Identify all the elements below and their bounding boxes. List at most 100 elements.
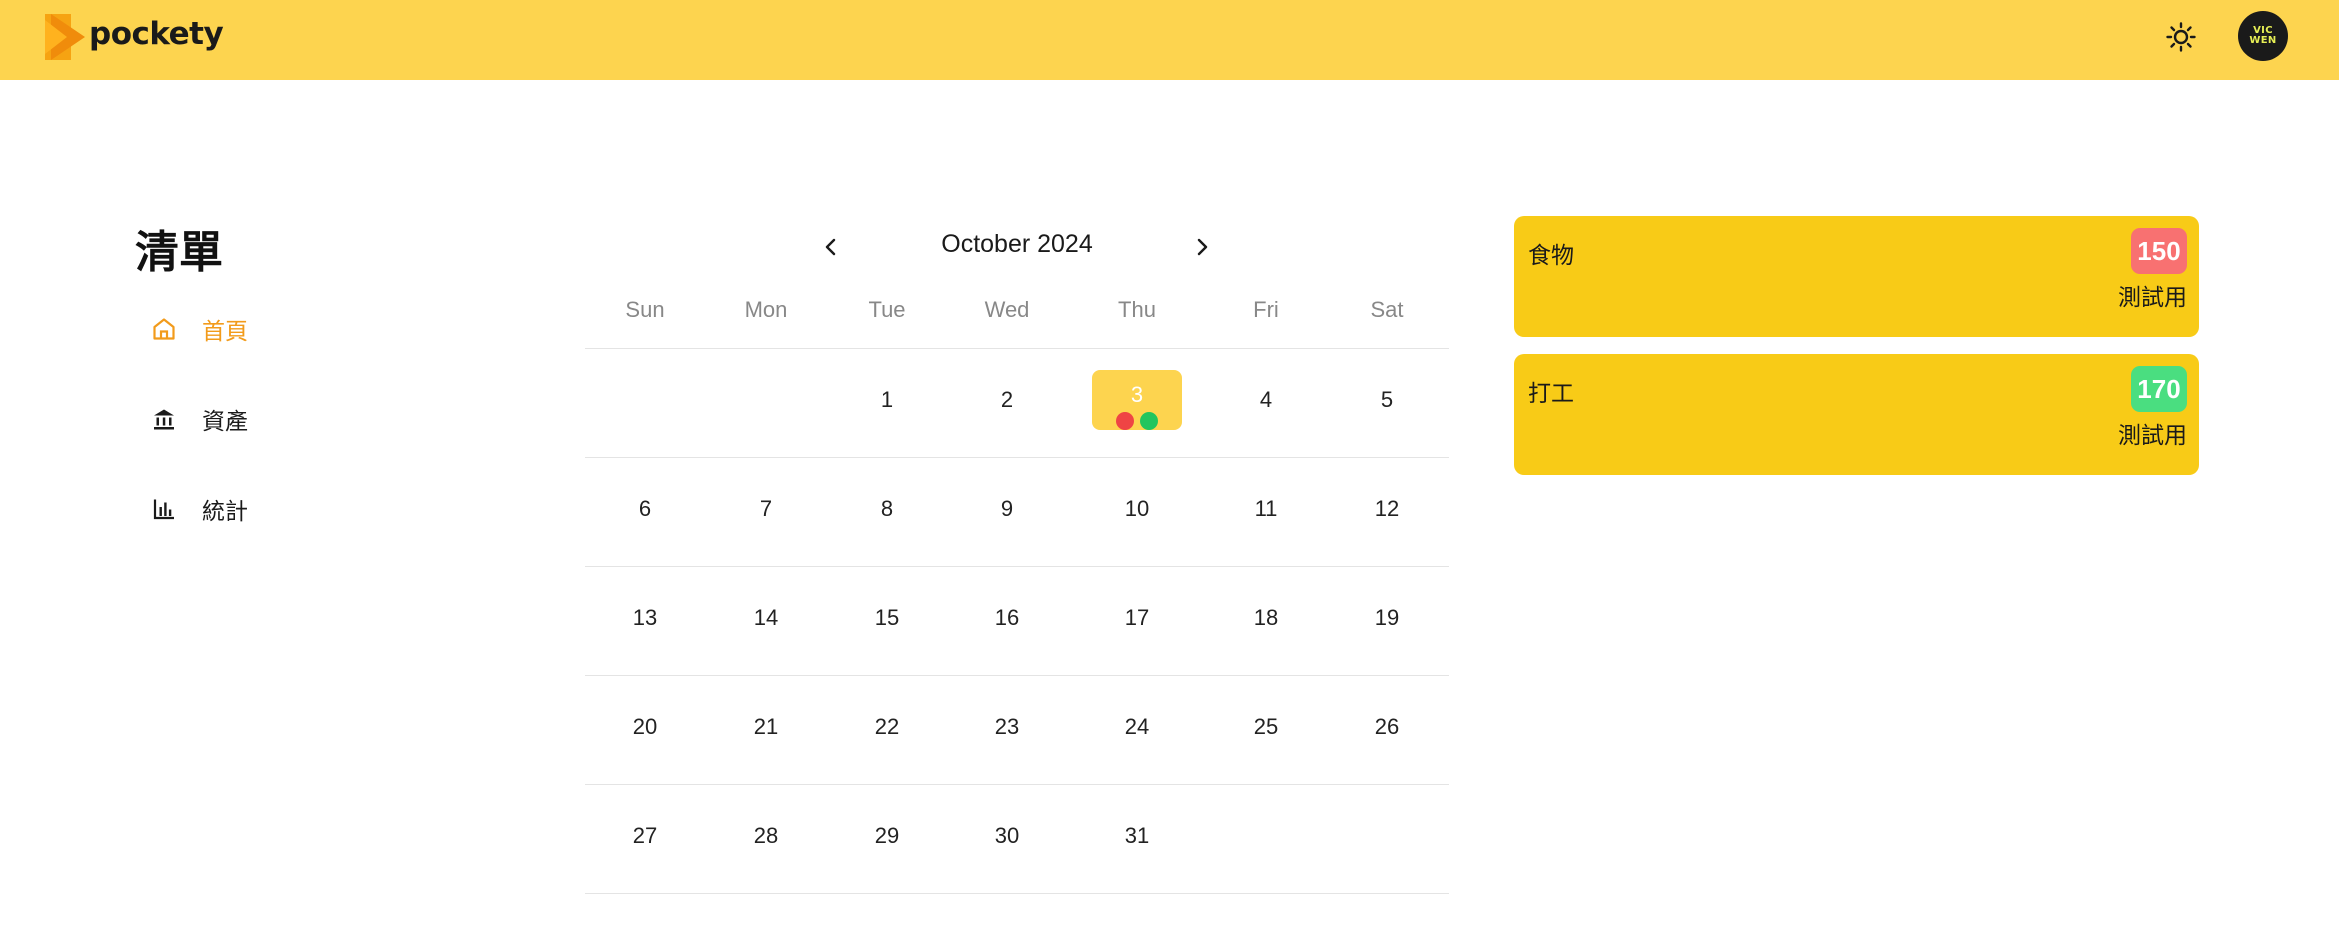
day-number: 12 bbox=[1374, 496, 1400, 521]
weekday-header: Thu bbox=[1118, 297, 1156, 322]
calendar-day-selected[interactable]: 3 bbox=[1092, 370, 1182, 430]
day-number: 19 bbox=[1374, 605, 1400, 630]
weekday-header: Sun bbox=[625, 297, 665, 322]
calendar-row-divider bbox=[585, 566, 1449, 567]
entry-category: 打工 bbox=[1528, 381, 1574, 407]
day-number: 4 bbox=[1259, 387, 1273, 412]
calendar-day[interactable]: 8 bbox=[842, 479, 932, 539]
entry-marker-dot bbox=[1116, 412, 1134, 430]
day-number: 10 bbox=[1124, 496, 1150, 521]
home-icon bbox=[150, 315, 178, 343]
app-name: pockety bbox=[89, 16, 224, 52]
calendar-day[interactable]: 21 bbox=[721, 697, 811, 757]
entry-note: 測試用 bbox=[2118, 285, 2187, 311]
chevron-right-icon bbox=[1197, 238, 1208, 256]
calendar-day[interactable]: 13 bbox=[600, 588, 690, 648]
avatar-line-2: WEN bbox=[2249, 35, 2277, 46]
day-number: 30 bbox=[994, 823, 1020, 848]
sidebar-item-label: 資產 bbox=[202, 409, 248, 435]
day-number: 27 bbox=[632, 823, 658, 848]
calendar-day[interactable]: 6 bbox=[600, 479, 690, 539]
day-number: 28 bbox=[753, 823, 779, 848]
calendar-day[interactable]: 19 bbox=[1342, 588, 1432, 648]
calendar-day[interactable]: 1 bbox=[842, 370, 932, 430]
calendar-day[interactable]: 25 bbox=[1221, 697, 1311, 757]
user-avatar[interactable]: VIC WEN bbox=[2238, 11, 2288, 61]
entry-amount-badge: 150 bbox=[2131, 228, 2187, 274]
entry-marker-dot bbox=[1140, 412, 1158, 430]
weekday-header: Mon bbox=[744, 297, 788, 322]
calendar-day[interactable]: 31 bbox=[1092, 806, 1182, 866]
weekday-header: Fri bbox=[1253, 297, 1279, 322]
day-number: 6 bbox=[638, 496, 652, 521]
calendar-row-divider bbox=[585, 784, 1449, 785]
calendar-day[interactable]: 12 bbox=[1342, 479, 1432, 539]
calendar-day[interactable]: 28 bbox=[721, 806, 811, 866]
day-number: 31 bbox=[1124, 823, 1150, 848]
page-title: 清單 bbox=[135, 227, 223, 278]
calendar-day[interactable]: 2 bbox=[962, 370, 1052, 430]
calendar-day[interactable]: 27 bbox=[600, 806, 690, 866]
entry-card[interactable]: 食物 150 測試用 bbox=[1514, 216, 2199, 337]
entry-card[interactable]: 打工 170 測試用 bbox=[1514, 354, 2199, 475]
calendar-month-label: October 2024 bbox=[941, 230, 1093, 258]
day-number: 2 bbox=[1000, 387, 1014, 412]
day-number: 26 bbox=[1374, 714, 1400, 739]
calendar-row-divider bbox=[585, 348, 1449, 349]
calendar-day[interactable]: 17 bbox=[1092, 588, 1182, 648]
weekday-header: Sat bbox=[1370, 297, 1404, 322]
day-number: 3 bbox=[1130, 382, 1144, 407]
pockety-logo-icon bbox=[45, 14, 85, 60]
day-number: 25 bbox=[1253, 714, 1279, 739]
calendar-row-divider bbox=[585, 675, 1449, 676]
calendar-day[interactable]: 29 bbox=[842, 806, 932, 866]
day-number: 18 bbox=[1253, 605, 1279, 630]
day-number: 17 bbox=[1124, 605, 1150, 630]
calendar-day[interactable]: 11 bbox=[1221, 479, 1311, 539]
weekday-header: Tue bbox=[868, 297, 906, 322]
sun-icon bbox=[2166, 22, 2196, 52]
day-number: 9 bbox=[1000, 496, 1014, 521]
calendar-day[interactable]: 22 bbox=[842, 697, 932, 757]
entry-note: 測試用 bbox=[2118, 423, 2187, 449]
calendar-day[interactable]: 4 bbox=[1221, 370, 1311, 430]
entry-amount-badge: 170 bbox=[2131, 366, 2187, 412]
day-number: 16 bbox=[994, 605, 1020, 630]
top-bar: pockety VIC WEN bbox=[0, 0, 2339, 80]
calendar-day[interactable]: 9 bbox=[962, 479, 1052, 539]
calendar-day[interactable]: 16 bbox=[962, 588, 1052, 648]
entry-category: 食物 bbox=[1528, 243, 1574, 269]
calendar-day[interactable]: 10 bbox=[1092, 479, 1182, 539]
sidebar-item-assets[interactable]: 資產 bbox=[150, 396, 268, 442]
calendar-day[interactable]: 24 bbox=[1092, 697, 1182, 757]
day-number: 1 bbox=[880, 387, 894, 412]
calendar-header: October 2024 bbox=[585, 222, 1449, 272]
day-number: 5 bbox=[1380, 387, 1394, 412]
calendar-day[interactable]: 30 bbox=[962, 806, 1052, 866]
day-number: 15 bbox=[874, 605, 900, 630]
calendar-day[interactable]: 18 bbox=[1221, 588, 1311, 648]
next-month-button[interactable] bbox=[1185, 230, 1219, 264]
weekday-header: Wed bbox=[984, 297, 1030, 322]
day-number: 7 bbox=[759, 496, 773, 521]
day-number: 24 bbox=[1124, 714, 1150, 739]
calendar-day[interactable]: 5 bbox=[1342, 370, 1432, 430]
sidebar-item-stats[interactable]: 統計 bbox=[150, 486, 268, 532]
calendar-row-divider bbox=[585, 457, 1449, 458]
day-number: 23 bbox=[994, 714, 1020, 739]
bar-chart-icon bbox=[150, 495, 178, 523]
sidebar-item-home[interactable]: 首頁 bbox=[150, 306, 268, 352]
day-number: 22 bbox=[874, 714, 900, 739]
calendar-day[interactable]: 23 bbox=[962, 697, 1052, 757]
calendar-day[interactable]: 20 bbox=[600, 697, 690, 757]
calendar-day[interactable]: 26 bbox=[1342, 697, 1432, 757]
app-logo[interactable]: pockety bbox=[45, 14, 224, 60]
calendar-day[interactable]: 7 bbox=[721, 479, 811, 539]
theme-toggle-button[interactable] bbox=[2164, 20, 2198, 54]
sidebar-item-label: 統計 bbox=[202, 499, 248, 525]
calendar-day[interactable]: 15 bbox=[842, 588, 932, 648]
calendar-day[interactable]: 14 bbox=[721, 588, 811, 648]
day-number: 13 bbox=[632, 605, 658, 630]
sidebar-item-label: 首頁 bbox=[202, 319, 248, 345]
day-number: 14 bbox=[753, 605, 779, 630]
